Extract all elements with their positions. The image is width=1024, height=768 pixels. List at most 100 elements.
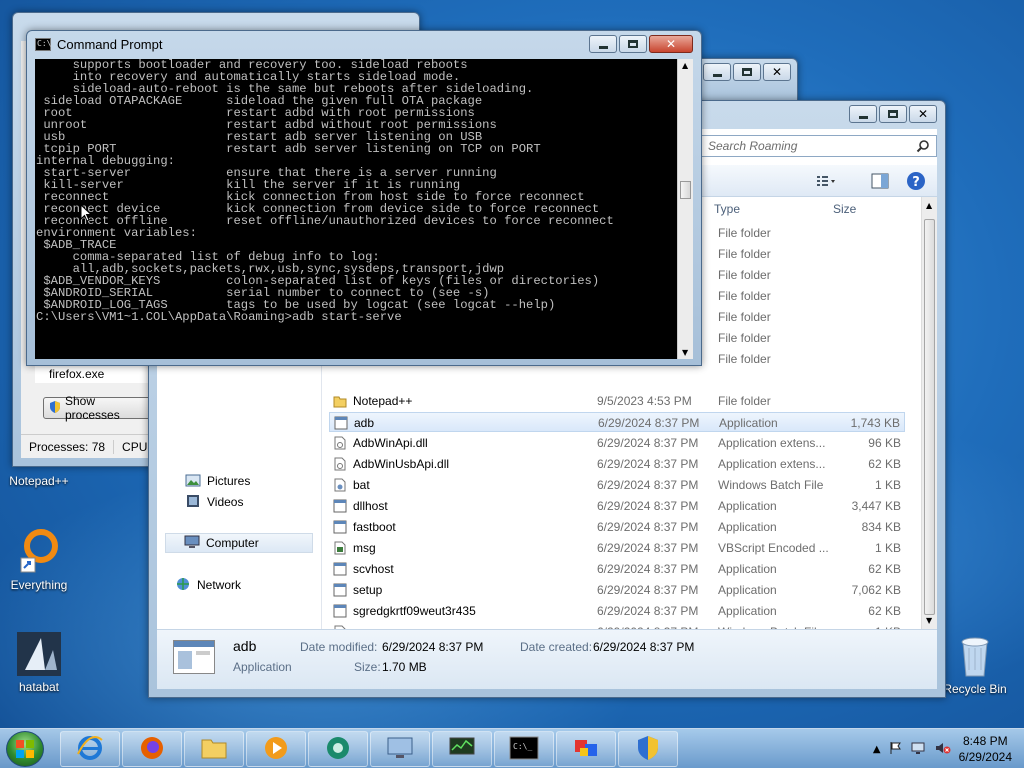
taskbar-control-panel[interactable] xyxy=(370,731,430,767)
view-options-icon[interactable] xyxy=(815,171,837,191)
file-size: 96 KB xyxy=(868,436,901,450)
details-file-kind: Application xyxy=(233,660,292,674)
minimize-button[interactable] xyxy=(703,63,731,81)
file-type: File folder xyxy=(718,394,771,408)
bat-file-icon xyxy=(333,478,347,492)
scroll-down-icon[interactable]: ▼ xyxy=(926,616,932,625)
folder-file-icon xyxy=(333,394,347,408)
nav-item-network[interactable]: Network xyxy=(175,575,241,595)
desktop-icon-hatabat[interactable]: hatabat xyxy=(4,630,74,694)
taskbar-internet-explorer[interactable] xyxy=(60,731,120,767)
file-size: 834 KB xyxy=(861,520,901,534)
close-icon: ✕ xyxy=(771,65,783,79)
nav-item-videos[interactable]: Videos xyxy=(185,492,243,512)
file-name: AdbWinApi.dll xyxy=(353,436,428,450)
file-row[interactable]: AdbWinUsbApi.dll 6/29/2024 8:37 PM Applica… xyxy=(329,454,905,474)
taskbar-task-manager[interactable] xyxy=(432,731,492,767)
taskbar-command-prompt[interactable]: C:\_ xyxy=(494,731,554,767)
file-row[interactable]: msg 6/29/2024 8:37 PM VBScript Encoded ...… xyxy=(329,538,905,558)
console-scrollbar[interactable]: ▲ ▼ xyxy=(677,59,693,359)
nav-item-computer[interactable]: Computer xyxy=(165,533,313,553)
hatabat-icon xyxy=(15,630,63,678)
close-button[interactable]: ✕ xyxy=(763,63,791,81)
taskbar-file-explorer[interactable] xyxy=(184,731,244,767)
file-type: Application extens... xyxy=(718,457,826,471)
scroll-down-icon[interactable]: ▼ xyxy=(682,348,688,357)
flag-icon[interactable] xyxy=(889,741,903,758)
minimize-button[interactable] xyxy=(589,35,617,53)
date-created-label: Date created: xyxy=(520,640,593,654)
start-button[interactable] xyxy=(6,731,44,767)
file-row[interactable]: AdbWinApi.dll 6/29/2024 8:37 PM Applicatio… xyxy=(329,433,905,453)
windows-logo-icon xyxy=(16,740,34,758)
window-title: Command Prompt xyxy=(57,37,163,52)
file-type: Application xyxy=(718,499,777,513)
process-row[interactable]: firefox.exe VM xyxy=(35,365,173,383)
show-processes-button[interactable]: Show processes xyxy=(43,394,153,422)
maximize-button[interactable] xyxy=(619,35,647,53)
desktop-icon-notepadpp[interactable]: Notepad++ xyxy=(4,474,74,488)
taskbar-firefox[interactable] xyxy=(122,731,182,767)
file-date: 6/29/2024 8:37 PM xyxy=(597,478,699,492)
file-row[interactable]: sgredgkrtf09weut3r435 6/29/2024 8:37 PM Ap… xyxy=(329,601,905,621)
file-size: 62 KB xyxy=(868,604,901,618)
preview-pane-icon[interactable] xyxy=(869,171,891,191)
file-row[interactable]: adb 6/29/2024 8:37 PM Application 1,743 KB xyxy=(329,412,905,432)
file-row[interactable]: setup 6/29/2024 8:37 PM Application 7,062 K… xyxy=(329,580,905,600)
taskbar-media-player[interactable] xyxy=(246,731,306,767)
file-row[interactable]: bat 6/29/2024 8:37 PM Windows Batch File 1 … xyxy=(329,475,905,495)
command-prompt-window[interactable]: C:\ Command Prompt ✕ supports bootloader… xyxy=(26,30,702,366)
volume-muted-icon[interactable] xyxy=(935,741,951,758)
file-row[interactable]: scvhost 6/29/2024 8:37 PM Application 62 KB xyxy=(329,559,905,579)
file-type: File folder xyxy=(718,289,771,303)
close-icon: ✕ xyxy=(665,37,677,51)
file-row[interactable]: Notepad++ 9/5/2023 4:53 PM File folder xyxy=(329,391,905,411)
clock-date: 6/29/2024 xyxy=(958,750,1012,764)
file-row[interactable]: fastboot 6/29/2024 8:37 PM Application 834 … xyxy=(329,517,905,537)
file-name: fastboot xyxy=(353,520,396,534)
file-size: 7,062 KB xyxy=(851,583,901,597)
file-name: sgredgkrtf09weut3r435 xyxy=(353,604,476,618)
command-prompt-icon: C:\_ xyxy=(509,736,539,763)
background-window[interactable]: ✕ xyxy=(690,58,798,102)
column-header-size[interactable]: Size xyxy=(833,202,856,216)
file-size: 1,743 KB xyxy=(850,416,900,430)
nav-item-pictures[interactable]: Pictures xyxy=(185,471,250,491)
file-list-scrollbar[interactable]: ▲ ▼ xyxy=(921,197,937,629)
scrollbar-thumb[interactable] xyxy=(924,219,935,615)
taskbar-virtualbox[interactable] xyxy=(556,731,616,767)
file-type: VBScript Encoded ... xyxy=(718,541,829,555)
pictures-icon xyxy=(185,472,201,491)
file-type: File folder xyxy=(718,247,771,261)
console-line: environment variables: xyxy=(36,226,197,240)
close-button[interactable]: ✕ xyxy=(909,105,937,123)
recycle-bin-icon xyxy=(951,632,999,680)
maximize-button[interactable] xyxy=(733,63,761,81)
virtualbox-icon xyxy=(571,734,601,765)
network-status-icon[interactable] xyxy=(911,741,927,758)
file-size: 62 KB xyxy=(868,457,901,471)
show-hidden-icons-icon[interactable]: ▲ xyxy=(873,744,881,755)
file-row[interactable]: dllhost 6/29/2024 8:37 PM Application 3,447… xyxy=(329,496,905,516)
scroll-up-icon[interactable]: ▲ xyxy=(926,201,932,210)
file-type: Application xyxy=(718,520,777,534)
minimize-button[interactable] xyxy=(849,105,877,123)
console-output[interactable]: supports bootloader and recovery too. si… xyxy=(35,59,677,359)
file-date: 6/29/2024 8:37 PM xyxy=(597,457,699,471)
maximize-button[interactable] xyxy=(879,105,907,123)
column-header-type[interactable]: Type xyxy=(714,202,740,216)
desktop-icon-recycle-bin[interactable]: Recycle Bin xyxy=(940,632,1010,696)
dll-file-icon xyxy=(333,436,347,450)
mouse-pointer-icon xyxy=(80,203,93,225)
taskbar-app[interactable] xyxy=(308,731,368,767)
scrollbar-thumb[interactable] xyxy=(680,181,691,199)
desktop-icon-everything[interactable]: Everything xyxy=(4,528,74,592)
close-button[interactable]: ✕ xyxy=(649,35,693,53)
file-type: Windows Batch File xyxy=(718,478,824,492)
taskbar-security[interactable] xyxy=(618,731,678,767)
clock[interactable]: 8:48 PM 6/29/2024 xyxy=(959,733,1012,765)
scroll-up-icon[interactable]: ▲ xyxy=(682,61,688,70)
search-input[interactable]: Search Roaming xyxy=(701,135,937,157)
help-icon[interactable]: ? xyxy=(905,171,927,191)
clock-time: 8:48 PM xyxy=(962,734,1008,748)
